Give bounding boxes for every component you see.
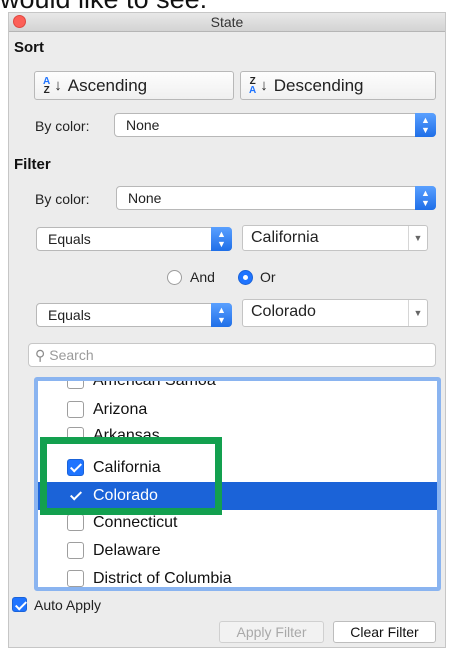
search-placeholder: Search: [49, 347, 94, 363]
list-item-checkbox[interactable]: [67, 514, 84, 531]
filter-heading: Filter: [14, 156, 51, 173]
sort-heading: Sort: [14, 39, 44, 56]
condition2-operator-value: Equals: [48, 307, 91, 323]
or-radio[interactable]: [238, 270, 253, 285]
caption-text: would like to see:: [0, 0, 453, 13]
sort-by-color-value: None: [126, 117, 160, 133]
chevron-updown-icon: ▲ ▼: [211, 303, 232, 327]
apply-filter-button[interactable]: Apply Filter: [219, 621, 324, 643]
condition1-operator-select[interactable]: Equals ▲ ▼: [36, 227, 232, 251]
condition1-value-combo[interactable]: California ▼: [242, 225, 428, 251]
chevron-updown-icon: ▲ ▼: [415, 186, 436, 210]
search-input[interactable]: ⚲ Search: [28, 343, 436, 367]
sort-az-icon: AZ ↓: [43, 75, 62, 96]
list-item[interactable]: Delaware: [38, 537, 437, 565]
list-item[interactable]: American Samoa: [38, 377, 437, 395]
and-radio[interactable]: [167, 270, 182, 285]
search-icon: ⚲: [35, 347, 46, 363]
condition2-value: Colorado: [251, 303, 316, 320]
sort-by-color-label: By color:: [35, 118, 90, 134]
filter-by-color-select[interactable]: None ▲ ▼: [116, 186, 436, 210]
filter-by-color-value: None: [128, 190, 162, 206]
condition1-value: California: [251, 229, 319, 246]
window-title: State: [210, 14, 244, 30]
or-label: Or: [260, 269, 276, 285]
list-item[interactable]: District of Columbia: [38, 565, 437, 587]
list-item-label: Arizona: [93, 401, 148, 418]
sort-by-color-select[interactable]: None ▲ ▼: [114, 113, 436, 137]
sort-ascending-label: Ascending: [67, 75, 148, 95]
list-item-label: District of Columbia: [93, 570, 232, 587]
sort-descending-button[interactable]: ZA ↓ Descending: [240, 71, 436, 100]
chevron-updown-icon: ▲ ▼: [415, 113, 436, 137]
condition2-value-combo[interactable]: Colorado ▼: [242, 299, 428, 327]
clear-filter-button[interactable]: Clear Filter: [333, 621, 436, 643]
filter-by-color-label: By color:: [35, 191, 90, 207]
list-item[interactable]: Arizona: [38, 396, 437, 424]
auto-apply-checkbox[interactable]: [12, 597, 27, 612]
and-label: And: [190, 269, 215, 285]
sort-descending-label: Descending: [273, 75, 364, 95]
condition2-operator-select[interactable]: Equals ▲ ▼: [36, 303, 232, 327]
dropdown-caret-icon[interactable]: ▼: [408, 226, 427, 250]
sort-ascending-button[interactable]: AZ ↓ Ascending: [34, 71, 234, 100]
dropdown-caret-icon[interactable]: ▼: [408, 300, 427, 326]
annotation-highlight-box: [40, 437, 222, 515]
condition1-operator-value: Equals: [48, 231, 91, 247]
list-item-checkbox[interactable]: [67, 542, 84, 559]
title-bar: State: [9, 13, 445, 32]
list-item-checkbox[interactable]: [67, 381, 84, 389]
sort-za-icon: ZA ↓: [249, 75, 268, 96]
chevron-updown-icon: ▲ ▼: [211, 227, 232, 251]
list-item-checkbox[interactable]: [67, 401, 84, 418]
list-item-checkbox[interactable]: [67, 570, 84, 587]
auto-apply-label: Auto Apply: [34, 597, 101, 613]
list-item-label: American Samoa: [93, 377, 216, 389]
list-item-label: Delaware: [93, 542, 161, 559]
